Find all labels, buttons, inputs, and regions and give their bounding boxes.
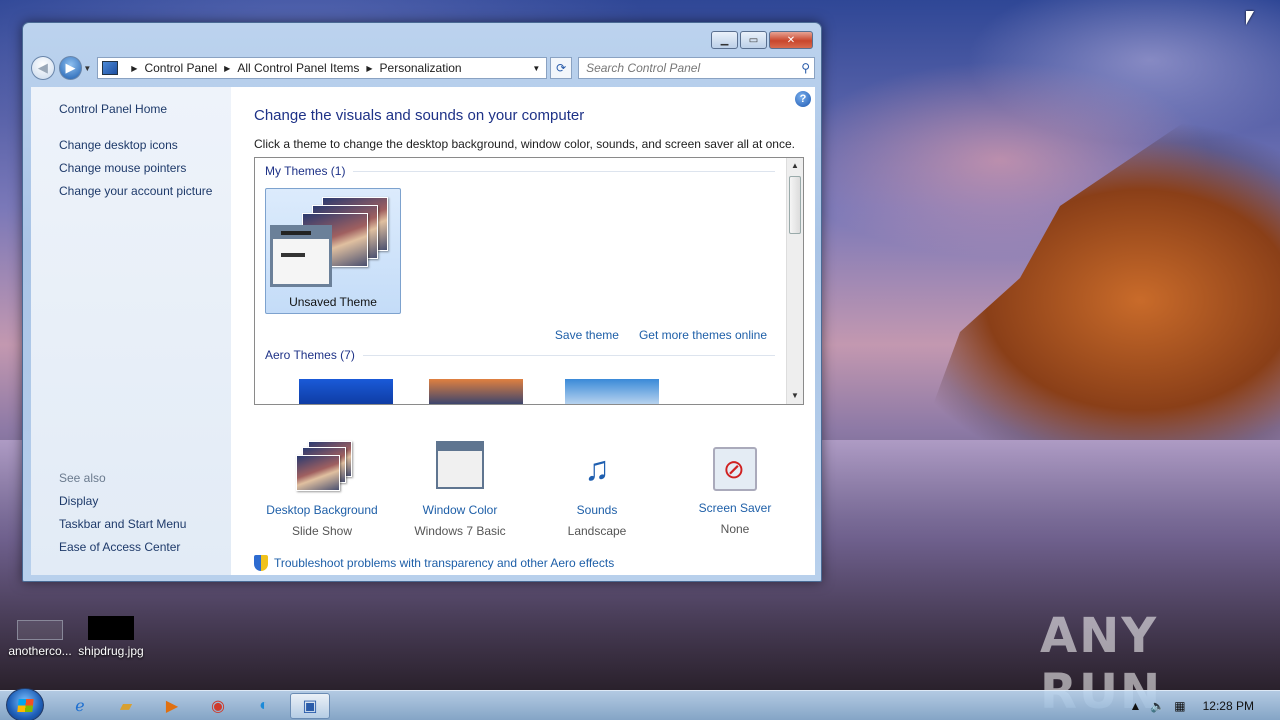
search-input[interactable]: Search Control Panel ⚲ xyxy=(578,57,815,79)
image-file-icon xyxy=(88,616,134,640)
sounds-value: Landscape xyxy=(567,524,627,538)
scrollbar-thumb[interactable] xyxy=(789,176,801,234)
window-color-preview xyxy=(270,225,332,287)
window-controls: ▁ ▭ ✕ xyxy=(711,31,813,49)
chevron-right-icon[interactable]: ▶ xyxy=(366,64,372,73)
screen-saver-value: None xyxy=(720,522,750,536)
desktop-icon-shipdrug[interactable]: shipdrug.jpg xyxy=(76,616,146,658)
get-more-themes-link[interactable]: Get more themes online xyxy=(639,328,767,342)
screen-saver-link[interactable]: Screen Saver xyxy=(665,501,805,515)
screen-saver-icon xyxy=(713,447,757,491)
network-icon[interactable]: ▦ xyxy=(1174,699,1185,713)
sidebar-change-mouse-pointers[interactable]: Change mouse pointers xyxy=(59,161,186,175)
navigation-bar: ◀ ▶ ▼ ▶ Control Panel ▶ All Control Pane… xyxy=(31,55,815,81)
search-placeholder: Search Control Panel xyxy=(586,61,701,75)
volume-icon[interactable]: 🔈 xyxy=(1150,699,1165,713)
my-themes-label: My Themes (1) xyxy=(265,164,346,178)
personalization-window: ▁ ▭ ✕ ◀ ▶ ▼ ▶ Control Panel ▶ All Contro… xyxy=(22,22,822,582)
maximize-button[interactable]: ▭ xyxy=(740,31,767,49)
control-panel-icon[interactable]: ▣ xyxy=(290,693,330,719)
sidebar-ease-of-access[interactable]: Ease of Access Center xyxy=(59,540,180,554)
divider xyxy=(362,354,775,356)
sidebar-control-panel-home[interactable]: Control Panel Home xyxy=(59,102,167,116)
help-icon[interactable]: ? xyxy=(795,91,811,107)
aero-theme-characters[interactable] xyxy=(565,378,659,404)
desktop-background-link[interactable]: Desktop Background xyxy=(252,503,392,517)
edge-icon[interactable]: ◐ xyxy=(244,693,284,719)
desktop-background-value: Slide Show xyxy=(291,524,353,538)
desktop-icon-label: shipdrug.jpg xyxy=(78,644,144,658)
control-panel-icon xyxy=(102,61,119,75)
see-also-heading: See also xyxy=(59,471,106,485)
troubleshoot-link[interactable]: Troubleshoot problems with transparency … xyxy=(254,555,614,571)
chevron-down-icon[interactable]: ▼ xyxy=(532,64,540,73)
scroll-up-arrow-icon[interactable]: ▲ xyxy=(787,158,803,174)
taskbar: ℯ ▰ ▶ ◉ ◐ ▣ ▲ 🔈 ▦ 12:28 PM xyxy=(0,688,1280,720)
sidebar-change-account-picture[interactable]: Change your account picture xyxy=(59,184,212,198)
search-icon[interactable]: ⚲ xyxy=(801,61,810,75)
screen-saver-item[interactable]: Screen Saver None xyxy=(665,441,805,536)
aero-theme-architecture[interactable] xyxy=(429,378,523,404)
desktop-icon-anotherco[interactable]: anotherco... xyxy=(4,620,76,658)
sidebar-display[interactable]: Display xyxy=(59,494,98,508)
desktop-background-icon xyxy=(292,441,352,497)
divider xyxy=(353,170,775,172)
clock[interactable]: 12:28 PM xyxy=(1203,699,1254,713)
internet-explorer-icon[interactable]: ℯ xyxy=(60,693,100,719)
file-explorer-icon[interactable]: ▰ xyxy=(106,693,146,719)
minimize-button[interactable]: ▁ xyxy=(711,31,738,49)
sounds-item[interactable]: ♫ Sounds Landscape xyxy=(527,441,667,538)
sounds-icon: ♫ xyxy=(584,450,610,488)
sidebar-taskbar-start-menu[interactable]: Taskbar and Start Menu xyxy=(59,517,186,531)
window-color-icon xyxy=(436,441,484,489)
unsaved-theme-label: Unsaved Theme xyxy=(289,295,377,309)
unsaved-theme-tile[interactable]: Unsaved Theme xyxy=(265,188,401,314)
theme-actions: Save theme Get more themes online xyxy=(555,328,767,342)
page-subtitle: Click a theme to change the desktop back… xyxy=(254,137,795,151)
theme-list: My Themes (1) Unsaved Theme Save theme G… xyxy=(254,157,804,405)
shield-icon xyxy=(254,555,268,571)
file-icon xyxy=(17,620,63,640)
start-button[interactable] xyxy=(6,688,44,720)
media-player-icon[interactable]: ▶ xyxy=(152,693,192,719)
aero-themes-header: Aero Themes (7) xyxy=(265,348,775,362)
page-title: Change the visuals and sounds on your co… xyxy=(254,107,585,124)
chevron-right-icon[interactable]: ▶ xyxy=(224,64,230,73)
desktop-icon-label: anotherco... xyxy=(8,644,72,658)
sidebar: Control Panel Home Change desktop icons … xyxy=(31,87,231,575)
aero-theme-windows7[interactable] xyxy=(299,378,393,404)
scroll-down-arrow-icon[interactable]: ▼ xyxy=(787,388,803,404)
sidebar-change-desktop-icons[interactable]: Change desktop icons xyxy=(59,138,178,152)
my-themes-header: My Themes (1) xyxy=(265,164,775,178)
show-hidden-icons-icon[interactable]: ▲ xyxy=(1129,699,1141,713)
bg-photo xyxy=(296,455,340,491)
main-content: ? Change the visuals and sounds on your … xyxy=(231,87,815,575)
window-color-link[interactable]: Window Color xyxy=(390,503,530,517)
chevron-right-icon[interactable]: ▶ xyxy=(131,64,137,73)
troubleshoot-label[interactable]: Troubleshoot problems with transparency … xyxy=(274,556,614,570)
theme-list-scrollbar[interactable]: ▲ ▼ xyxy=(786,158,803,404)
save-theme-link[interactable]: Save theme xyxy=(555,328,619,342)
window-color-value: Windows 7 Basic xyxy=(414,524,506,538)
theme-components: Desktop Background Slide Show Window Col… xyxy=(254,441,804,541)
refresh-button[interactable]: ⟳ xyxy=(550,57,573,79)
breadcrumb-all-items[interactable]: All Control Panel Items xyxy=(237,61,359,75)
recent-pages-dropdown[interactable]: ▼ xyxy=(83,64,93,73)
window-color-item[interactable]: Window Color Windows 7 Basic xyxy=(390,441,530,538)
aero-themes-label: Aero Themes (7) xyxy=(265,348,355,362)
system-tray: ▲ 🔈 ▦ 12:28 PM xyxy=(1129,691,1280,720)
close-button[interactable]: ✕ xyxy=(769,31,813,49)
address-bar[interactable]: ▶ Control Panel ▶ All Control Panel Item… xyxy=(97,57,548,79)
mouse-cursor xyxy=(1246,11,1254,25)
forward-button[interactable]: ▶ xyxy=(58,56,83,80)
breadcrumb-control-panel[interactable]: Control Panel xyxy=(144,61,217,75)
desktop-background-item[interactable]: Desktop Background Slide Show xyxy=(252,441,392,538)
sounds-link[interactable]: Sounds xyxy=(527,503,667,517)
chrome-icon[interactable]: ◉ xyxy=(198,693,238,719)
back-button[interactable]: ◀ xyxy=(31,56,55,80)
breadcrumb-personalization[interactable]: Personalization xyxy=(380,61,462,75)
